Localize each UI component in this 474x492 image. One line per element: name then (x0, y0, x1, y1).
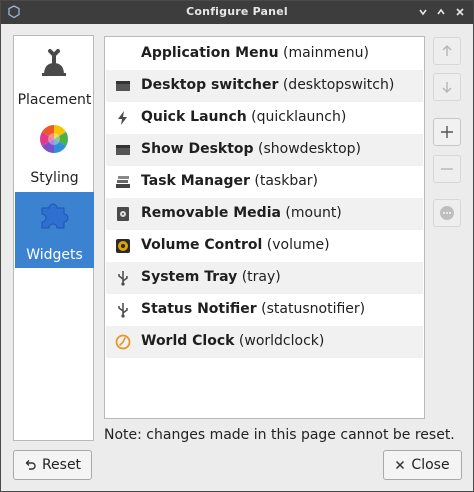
widget-list[interactable]: Application Menu (mainmenu) Desktop swit… (104, 36, 425, 419)
move-up-button[interactable] (433, 37, 461, 65)
reset-button[interactable]: Reset (13, 450, 92, 480)
volume-icon (116, 239, 130, 253)
list-item[interactable]: Application Menu (mainmenu) (106, 38, 423, 70)
sidebar-item-label: Widgets (26, 247, 83, 263)
clock-icon (115, 334, 131, 350)
window-title: Configure Panel (186, 5, 288, 18)
desktop-switcher-icon (116, 81, 130, 91)
widget-id: (statusnotifier) (261, 301, 366, 317)
puzzle-piece-icon (41, 203, 69, 229)
arrow-up-icon (442, 45, 452, 56)
sidebar-item-label: Styling (30, 170, 79, 186)
category-sidebar: Placement Styling Widgets (13, 35, 94, 441)
usb-icon (118, 271, 128, 286)
list-item[interactable]: Show Desktop (showdesktop) (106, 134, 423, 166)
widget-name: Application Menu (141, 45, 279, 61)
maximize-button[interactable] (433, 4, 449, 20)
widget-id: (volume) (266, 237, 330, 253)
sidebar-item-label: Placement (17, 92, 92, 108)
arrow-down-icon (442, 82, 452, 93)
list-item[interactable]: Status Notifier (statusnotifier) (106, 294, 423, 326)
widget-id: (mount) (285, 205, 342, 221)
widget-name: Desktop switcher (141, 77, 279, 93)
widget-id: (desktopswitch) (282, 77, 395, 93)
list-item[interactable]: Desktop switcher (desktopswitch) (106, 70, 423, 102)
undo-icon (24, 459, 36, 471)
close-window-button[interactable] (452, 4, 468, 20)
sidebar-item-placement[interactable]: Placement (15, 37, 94, 113)
list-item[interactable]: Quick Launch (quicklaunch) (106, 102, 423, 134)
minimize-button[interactable] (415, 4, 431, 20)
taskbar-icon (116, 176, 130, 188)
widget-name: Show Desktop (141, 141, 254, 157)
widget-name: Quick Launch (141, 109, 247, 125)
widget-name: Removable Media (141, 205, 281, 221)
close-button[interactable]: Close (383, 450, 462, 480)
show-desktop-icon (116, 145, 130, 155)
minus-icon (441, 168, 453, 170)
list-item[interactable]: Volume Control (volume) (106, 230, 423, 262)
configure-widget-button[interactable] (433, 199, 461, 227)
sidebar-item-styling[interactable]: Styling (15, 115, 94, 191)
move-down-button[interactable] (433, 73, 461, 101)
usb-icon (118, 303, 128, 318)
remove-widget-button[interactable] (433, 155, 461, 183)
reset-note: Note: changes made in this page cannot b… (104, 427, 455, 443)
reset-label: Reset (41, 457, 82, 473)
close-label: Close (411, 457, 450, 473)
widget-id: (worldclock) (238, 333, 325, 349)
widget-name: World Clock (141, 333, 235, 349)
widget-id: (quicklaunch) (251, 109, 347, 125)
widget-name: Task Manager (141, 173, 250, 189)
title-bar[interactable]: Configure Panel (1, 1, 473, 24)
widget-name: System Tray (141, 269, 238, 285)
widget-id: (taskbar) (254, 173, 319, 189)
add-widget-button[interactable] (433, 118, 461, 146)
configure-panel-window: Configure Panel Placement Styling Widget… (0, 0, 474, 492)
list-item[interactable]: Task Manager (taskbar) (106, 166, 423, 198)
list-item[interactable]: System Tray (tray) (106, 262, 423, 294)
list-item[interactable]: Removable Media (mount) (106, 198, 423, 230)
sidebar-item-widgets[interactable]: Widgets (15, 192, 94, 268)
lightning-icon (118, 111, 127, 125)
list-item[interactable]: World Clock (worldclock) (106, 326, 423, 358)
color-wheel-icon (40, 125, 68, 153)
widget-id: (mainmenu) (283, 45, 369, 61)
plus-icon (441, 126, 453, 138)
close-icon (395, 460, 405, 470)
widget-name: Volume Control (141, 237, 263, 253)
widget-id: (tray) (241, 269, 281, 285)
widget-id: (showdesktop) (258, 141, 361, 157)
placement-icon (42, 49, 66, 76)
widget-name: Status Notifier (141, 301, 257, 317)
more-options-icon (440, 206, 454, 220)
removable-media-icon (117, 207, 129, 221)
